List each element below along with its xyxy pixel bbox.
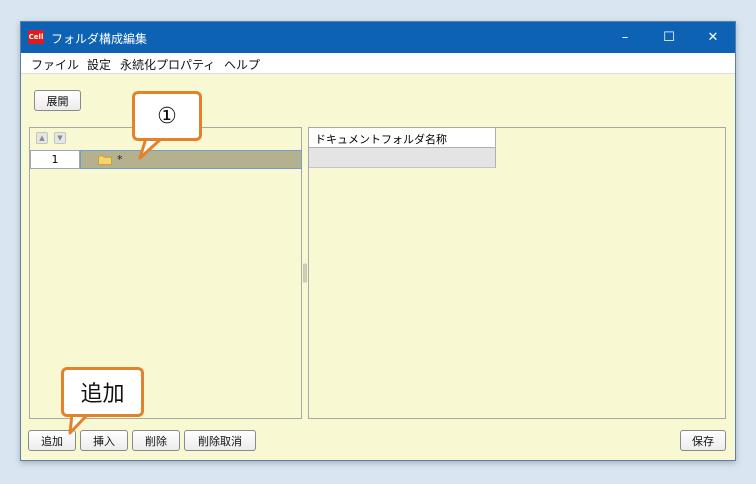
- callout-add-label: 追加: [61, 367, 144, 417]
- callout-pointer-marker: [138, 136, 164, 160]
- callout-marker-1: ①: [132, 91, 202, 141]
